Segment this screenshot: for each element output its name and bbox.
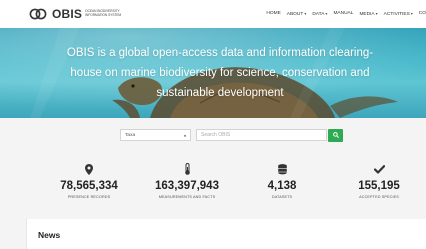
hero-tagline: OBIS is a global open-access data and in…: [66, 47, 374, 99]
nav-manual[interactable]: MANUAL: [333, 11, 353, 17]
nav-data[interactable]: DATA▾: [312, 11, 327, 17]
nav-media[interactable]: MEDIA▾: [359, 11, 377, 17]
news-section: News: [26, 219, 426, 249]
stat-label: DATASETS: [271, 195, 293, 199]
stat-value: 4,138: [267, 180, 297, 192]
nav-activities[interactable]: ACTIVITIES▾: [384, 11, 413, 17]
logo-subtext: Ocean Biodiversity Information System: [85, 9, 122, 17]
stat-value: 155,195: [358, 180, 400, 192]
checkmark-icon: [334, 163, 424, 175]
stat-datasets: 4,138 DATASETS: [237, 163, 327, 199]
nav-home[interactable]: HOME: [266, 11, 280, 17]
obis-logo-icon: [29, 8, 47, 20]
search-bar: Taxa ♦: [120, 128, 343, 142]
main-nav: HOME ABOUT▾ DATA▾ MANUAL MEDIA▾ ACTIVITI…: [266, 11, 426, 17]
search-button[interactable]: [328, 128, 343, 142]
hero-banner: OBIS is a global open-access data and in…: [0, 28, 426, 118]
search-icon: [332, 132, 339, 138]
stat-value: 163,397,943: [155, 180, 219, 192]
top-navbar: OBIS Ocean Biodiversity Information Syst…: [0, 0, 426, 29]
caret-down-icon: ▾: [410, 11, 413, 16]
caret-down-icon: ▾: [325, 11, 328, 16]
caret-down-icon: ▾: [375, 11, 378, 16]
nav-co[interactable]: CO: [419, 11, 426, 17]
stat-measurements: 163,397,943 MEASUREMENTS AND FACTS: [142, 163, 232, 199]
stat-label: PRESENCE RECORDS: [67, 195, 111, 199]
map-marker-icon: [44, 163, 134, 175]
chevron-down-icon: ♦: [183, 132, 186, 138]
nav-about[interactable]: ABOUT▾: [287, 11, 307, 17]
thermometer-icon: [142, 163, 232, 175]
search-input[interactable]: [196, 129, 327, 141]
stat-value: 78,565,334: [60, 180, 118, 192]
caret-down-icon: ▾: [304, 11, 307, 16]
stat-presence-records: 78,565,334 PRESENCE RECORDS: [44, 163, 134, 199]
search-type-value: Taxa: [125, 132, 136, 138]
news-heading: News: [38, 230, 61, 240]
obis-logo[interactable]: OBIS Ocean Biodiversity Information Syst…: [29, 7, 123, 21]
search-type-select[interactable]: Taxa ♦: [120, 129, 191, 141]
stat-accepted-species: 155,195 ACCEPTED SPECIES: [334, 163, 424, 199]
stat-label: MEASUREMENTS AND FACTS: [158, 195, 216, 199]
stat-label: ACCEPTED SPECIES: [359, 195, 399, 199]
logo-text: OBIS: [52, 7, 83, 21]
database-icon: [237, 163, 327, 175]
